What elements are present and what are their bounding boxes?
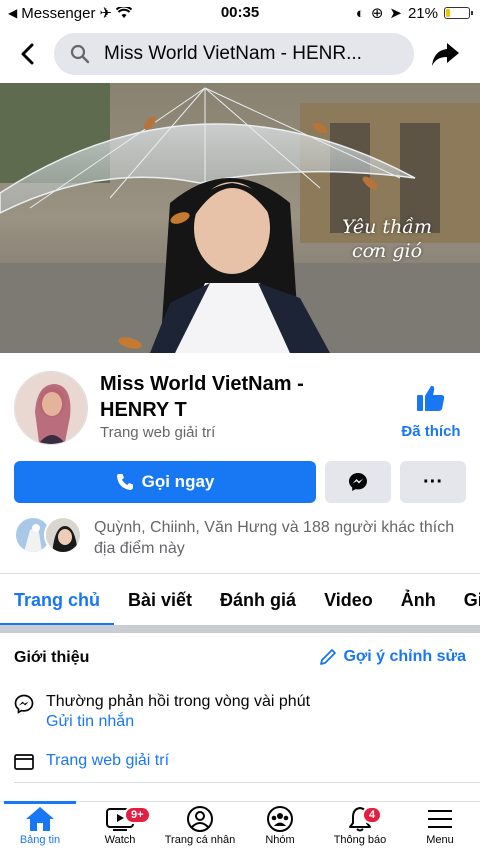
browser-icon <box>14 754 34 770</box>
search-icon <box>70 44 90 64</box>
cover-photo[interactable]: Yêu thầm cơn gió <box>0 83 480 353</box>
messenger-icon <box>349 473 367 491</box>
menu-icon <box>428 810 452 828</box>
tab-home[interactable]: Trang chủ <box>0 574 115 626</box>
nav-groups[interactable]: Nhóm <box>240 802 320 853</box>
liked-button[interactable]: Đã thích <box>396 384 466 440</box>
page-tabs: Trang chủ Bài viết Đánh giá Video Ảnh Gi… <box>0 573 480 626</box>
liked-label: Đã thích <box>401 423 461 440</box>
send-message-link[interactable]: Gửi tin nhắn <box>46 713 134 731</box>
top-bar: Miss World VietNam - HENR... <box>0 26 480 82</box>
section-divider <box>0 625 480 633</box>
call-now-label: Gọi ngay <box>141 472 215 491</box>
status-bar: ◀ Messenger ✈ 00:35 ◐ ⊕ ➤ 21% <box>0 0 480 26</box>
suggest-edits-button[interactable]: Gợi ý chỉnh sửa <box>319 648 466 666</box>
friend-avatar <box>44 516 82 554</box>
status-right: ◐ ⊕ ➤ 21% <box>355 4 473 22</box>
search-bar[interactable]: Miss World VietNam - HENR... <box>54 33 414 75</box>
home-icon <box>26 807 54 831</box>
nav-notifications[interactable]: 4 Thông báo <box>320 802 400 853</box>
response-time-text: Thường phản hồi trong vòng vài phút <box>46 693 311 710</box>
battery-percent: 21% <box>407 4 438 22</box>
intro-divider <box>14 782 480 783</box>
suggest-edits-label: Gợi ý chỉnh sửa <box>343 648 466 665</box>
location-icon: ➤ <box>389 5 402 22</box>
more-options-button[interactable]: ··· <box>400 461 466 503</box>
battery-icon <box>444 7 473 19</box>
cover-caption: Yêu thầm cơn gió <box>342 216 432 262</box>
nav-label: Menu <box>426 834 454 846</box>
nav-news-feed[interactable]: Bảng tin <box>0 801 80 853</box>
page-name: Miss World VietNam - HENRY T <box>100 373 304 421</box>
profile-icon <box>187 806 213 832</box>
phone-icon <box>116 474 133 490</box>
friends-like-text[interactable]: Quỳnh, Chiinh, Văn Hưng và 188 người khá… <box>94 517 474 559</box>
groups-icon <box>267 806 293 832</box>
nav-menu[interactable]: Menu <box>400 802 480 853</box>
messenger-outline-icon <box>14 694 34 714</box>
watch-badge: 9+ <box>124 806 151 824</box>
nav-label: Trang cá nhân <box>164 834 236 846</box>
bottom-nav: Bảng tin 9+ Watch Trang cá nhân Nhóm 4 T… <box>0 801 480 853</box>
tab-about[interactable]: Giới <box>450 574 480 626</box>
call-now-button[interactable]: Gọi ngay <box>14 461 316 503</box>
thumbs-up-icon <box>417 385 445 411</box>
tab-reviews[interactable]: Đánh giá <box>206 574 310 626</box>
dnd-icon: ◐ <box>355 4 365 22</box>
nav-profile[interactable]: Trang cá nhân <box>160 802 240 853</box>
category-link[interactable]: Trang web giải trí <box>46 752 169 770</box>
nav-label: Bảng tin <box>19 834 61 846</box>
intro-title: Giới thiệu <box>14 649 90 666</box>
nav-watch[interactable]: 9+ Watch <box>80 802 160 853</box>
tab-photos[interactable]: Ảnh <box>387 574 450 626</box>
avatar[interactable] <box>14 371 88 445</box>
pencil-icon <box>320 649 337 665</box>
search-text: Miss World VietNam - HENR... <box>104 43 362 64</box>
nav-label: Nhóm <box>265 834 295 846</box>
rotation-lock-icon: ⊕ <box>370 5 384 22</box>
share-icon[interactable] <box>430 40 460 68</box>
tab-posts[interactable]: Bài viết <box>114 574 206 626</box>
nav-label: Thông báo <box>333 834 387 846</box>
notifications-badge: 4 <box>362 806 383 824</box>
nav-label: Watch <box>104 834 136 846</box>
tab-videos[interactable]: Video <box>310 574 387 626</box>
more-label: ··· <box>423 470 443 493</box>
avatar-image <box>15 372 87 444</box>
page-category: Trang web giải trí <box>100 424 216 441</box>
battery-fill <box>446 9 450 17</box>
back-icon[interactable] <box>14 40 42 68</box>
messenger-button[interactable] <box>325 461 391 503</box>
